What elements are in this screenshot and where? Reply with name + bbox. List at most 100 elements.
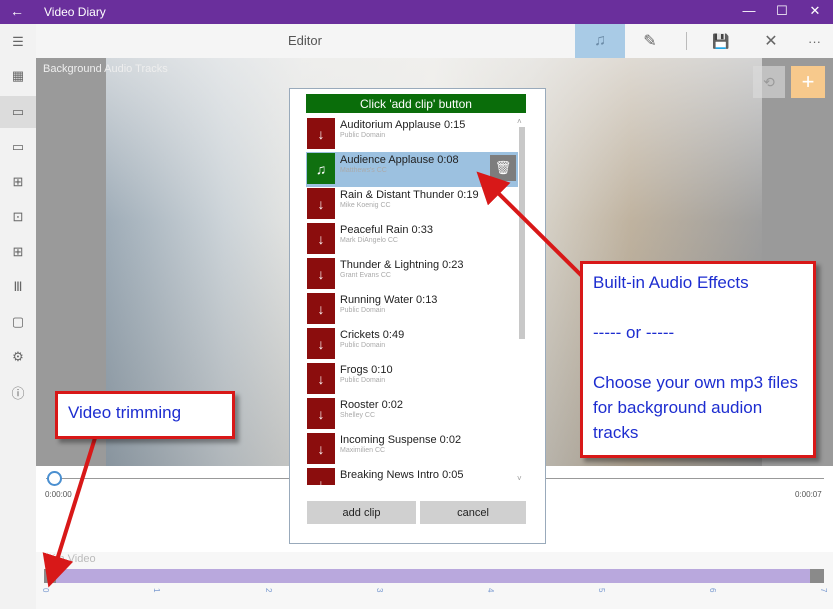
list-item[interactable]: ↓ Running Water 0:13 Public Domain xyxy=(306,292,518,327)
clip-name: Audience Applause 0:08 xyxy=(340,154,459,166)
download-icon[interactable]: ↓ xyxy=(307,293,335,324)
title-bar: ← Video Diary — ☐ ✕ xyxy=(0,0,833,24)
background-audio-label: Background Audio Tracks xyxy=(43,63,168,75)
clip-credit: Public Domain xyxy=(340,377,386,384)
clip-credit: Mike Koenig CC xyxy=(340,202,391,209)
download-icon[interactable]: ↓ xyxy=(307,363,335,394)
add-clip-button[interactable]: add clip xyxy=(307,501,416,524)
time-end: 0:00:07 xyxy=(795,490,822,499)
music-note-icon: ♫ xyxy=(594,32,606,49)
page-title: Editor xyxy=(288,33,322,48)
clip-name: Rooster 0:02 xyxy=(340,399,403,411)
music-note-icon[interactable]: ♫ xyxy=(307,153,335,184)
video-camera-icon[interactable]: ▭ xyxy=(0,131,36,163)
clip-credit: Matthews's CC xyxy=(340,167,387,174)
clip-credit: Maximilien CC xyxy=(340,447,386,454)
clip-name: Rain & Distant Thunder 0:19 xyxy=(340,189,479,201)
add-document-icon[interactable]: ⊞ xyxy=(0,166,36,198)
app-window: { "window": { "app_title": "Video Diary"… xyxy=(0,0,833,609)
background-audio-button[interactable]: ♫ xyxy=(575,24,625,58)
clip-name: Running Water 0:13 xyxy=(340,294,438,306)
edit-button[interactable]: ✎ xyxy=(625,24,675,58)
trash-icon[interactable]: 🗑 xyxy=(490,155,516,181)
list-item[interactable]: ↓ Frogs 0:10 Public Domain xyxy=(306,362,518,397)
clip-name: Breaking News Intro 0:05 xyxy=(340,469,464,481)
clip-credit: Public Domain xyxy=(340,342,386,349)
trim-tick: 5 xyxy=(597,588,606,593)
callout-audio-line2: ----- or ----- xyxy=(593,323,675,342)
list-item[interactable]: ♫ Audience Applause 0:08 Matthews's CC 🗑 xyxy=(306,152,518,187)
clip-name: Thunder & Lightning 0:23 xyxy=(340,259,464,271)
add-track-button[interactable]: + xyxy=(791,66,825,98)
audio-clip-list[interactable]: ↓ Auditorium Applause 0:15 Public Domain… xyxy=(306,117,520,485)
scroll-up-icon[interactable]: ˄ xyxy=(517,117,522,126)
audio-effects-callout: Built-in Audio Effects ----- or ----- Ch… xyxy=(580,261,816,458)
more-icon: ··· xyxy=(808,33,821,49)
list-item[interactable]: ↓ Auditorium Applause 0:15 Public Domain xyxy=(306,117,518,152)
plus-icon: + xyxy=(801,69,815,94)
dialog-header: Click 'add clip' button xyxy=(306,94,526,113)
trim-tick: 1 xyxy=(152,588,161,593)
trim-tick: 0 xyxy=(41,588,50,593)
video-trimming-callout: Video trimming xyxy=(55,391,235,439)
cancel-button[interactable]: cancel xyxy=(420,501,526,524)
trim-tick: 7 xyxy=(819,588,828,593)
download-icon[interactable]: ↓ xyxy=(307,188,335,219)
more-options-button[interactable]: ··· xyxy=(796,24,833,58)
editor-icon[interactable]: ▭ xyxy=(0,96,36,128)
download-icon[interactable]: ↓ xyxy=(307,468,335,485)
minimize-button[interactable]: — xyxy=(738,3,760,21)
list-item[interactable]: ↓ Crickets 0:49 Public Domain xyxy=(306,327,518,362)
library-icon[interactable]: Ⅲ xyxy=(0,271,36,303)
save-icon: 💾 xyxy=(712,32,730,49)
list-item[interactable]: ↓ Breaking News Intro 0:05 xyxy=(306,467,518,485)
back-arrow-icon[interactable]: ← xyxy=(10,3,24,19)
trim-tick: 4 xyxy=(486,588,495,593)
list-item[interactable]: ↓ Thunder & Lightning 0:23 Grant Evans C… xyxy=(306,257,518,292)
app-title: Video Diary xyxy=(44,5,106,19)
download-icon[interactable]: ↓ xyxy=(307,398,335,429)
clip-name: Auditorium Applause 0:15 xyxy=(340,119,466,131)
list-scrollbar[interactable] xyxy=(519,127,525,339)
clip-credit: Public Domain xyxy=(340,132,386,139)
trim-tick: 2 xyxy=(264,588,273,593)
time-start: 0:00:00 xyxy=(45,490,72,499)
settings-icon[interactable]: ⚙ xyxy=(0,341,36,373)
calendar-icon[interactable]: ▦ xyxy=(0,60,36,92)
close-icon: ✕ xyxy=(764,33,778,50)
clip-credit: Mark DiAngelo CC xyxy=(340,237,398,244)
trim-start-handle[interactable] xyxy=(44,569,56,583)
callout-trim-text: Video trimming xyxy=(68,403,182,422)
list-item[interactable]: ↓ Rooster 0:02 Shelley CC xyxy=(306,397,518,432)
scroll-down-icon[interactable]: ˅ xyxy=(517,474,522,483)
download-icon[interactable]: ↓ xyxy=(307,328,335,359)
trim-video-label: Trim Video xyxy=(43,553,96,565)
info-icon[interactable]: ⓘ xyxy=(0,376,36,408)
download-icon[interactable]: ↓ xyxy=(307,433,335,464)
clip-name: Frogs 0:10 xyxy=(340,364,393,376)
download-icon[interactable]: ↓ xyxy=(307,118,335,149)
trim-end-handle[interactable] xyxy=(810,569,824,583)
restore-button[interactable]: ⟲ xyxy=(753,66,785,98)
download-icon[interactable]: ↓ xyxy=(307,223,335,254)
maximize-button[interactable]: ☐ xyxy=(771,3,793,21)
list-item[interactable]: ↓ Peaceful Rain 0:33 Mark DiAngelo CC xyxy=(306,222,518,257)
close-window-button[interactable]: ✕ xyxy=(804,3,826,21)
apps-icon[interactable]: ⊞ xyxy=(0,236,36,268)
clip-credit: Grant Evans CC xyxy=(340,272,391,279)
close-editor-button[interactable]: ✕ xyxy=(746,24,796,58)
scrub-thumb[interactable] xyxy=(47,471,62,486)
navigation-rail: ☰ ▦ ▭ ▭ ⊞ ⊡ ⊞ Ⅲ ▢ ⚙ ⓘ xyxy=(0,24,36,609)
list-item[interactable]: ↓ Incoming Suspense 0:02 Maximilien CC xyxy=(306,432,518,467)
hamburger-menu-icon[interactable]: ☰ xyxy=(0,26,36,58)
slideshow-icon[interactable]: ⊡ xyxy=(0,201,36,233)
trim-tick: 6 xyxy=(708,588,717,593)
clipboard-icon[interactable]: ▢ xyxy=(0,306,36,338)
clip-credit: Public Domain xyxy=(340,307,386,314)
list-item[interactable]: ↓ Rain & Distant Thunder 0:19 Mike Koeni… xyxy=(306,187,518,222)
editor-toolbar: Editor ♫ ✎ 💾 ✕ ··· xyxy=(36,24,833,58)
trim-range-bar[interactable] xyxy=(44,569,824,583)
save-button[interactable]: 💾 xyxy=(696,24,746,58)
callout-audio-line3: Choose your own mp3 files for background… xyxy=(593,373,799,442)
download-icon[interactable]: ↓ xyxy=(307,258,335,289)
